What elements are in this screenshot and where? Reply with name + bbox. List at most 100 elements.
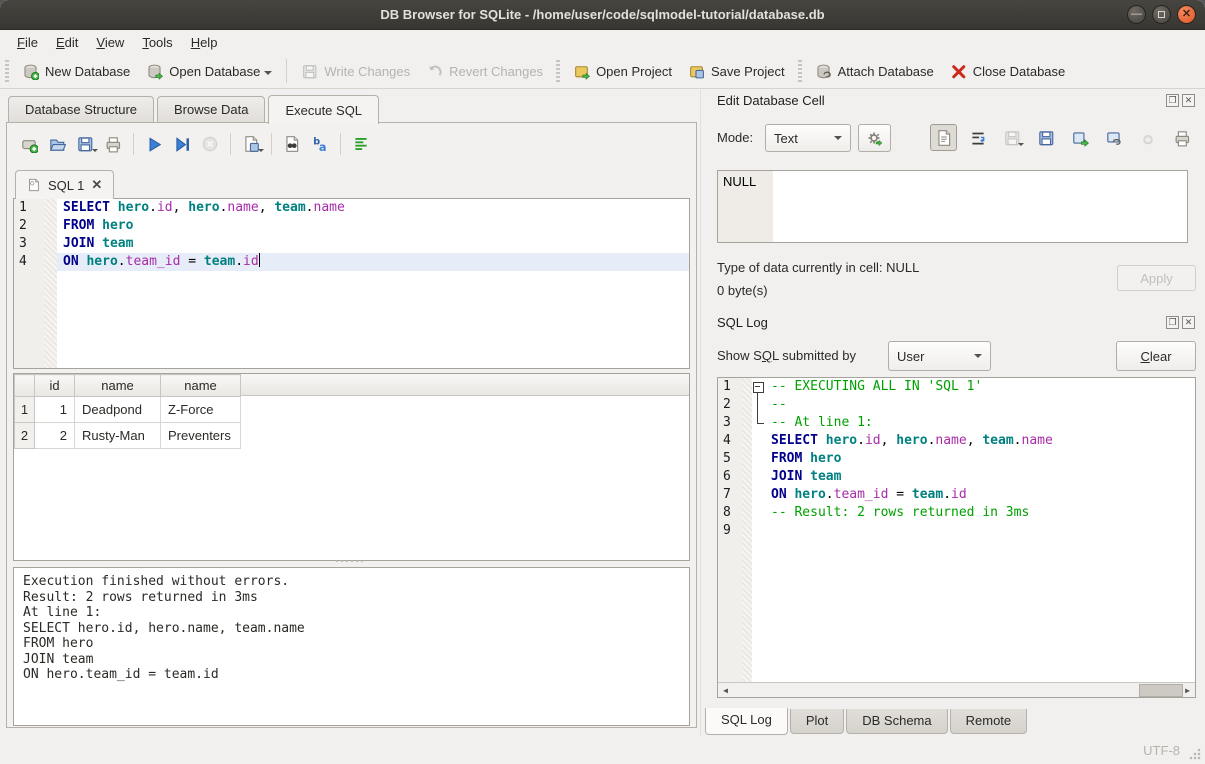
dropdown-caret-icon[interactable]: [264, 71, 272, 79]
table-cell[interactable]: Deadpond: [75, 397, 161, 423]
menu-view[interactable]: View: [87, 32, 133, 53]
save-as-button[interactable]: [1032, 124, 1059, 151]
close-button[interactable]: ✕: [1177, 5, 1196, 24]
results-grid[interactable]: idnamename11DeadpondZ-Force22Rusty-ManPr…: [13, 373, 690, 561]
corner-header[interactable]: [15, 375, 35, 397]
mode-combobox[interactable]: Text: [765, 124, 851, 152]
clear-cell-button[interactable]: [1134, 124, 1161, 151]
execute-all-button[interactable]: [140, 130, 168, 157]
scroll-left-icon[interactable]: ◀: [718, 684, 733, 697]
table-row[interactable]: 11DeadpondZ-Force: [15, 397, 241, 423]
auto-complete-button[interactable]: ba: [306, 130, 334, 157]
find-button[interactable]: [278, 130, 306, 157]
tab-browse-data[interactable]: Browse Data: [157, 96, 265, 122]
resize-grip[interactable]: [1189, 748, 1201, 760]
toolbar-button-label: Write Changes: [324, 64, 410, 79]
open-sql-file-button[interactable]: [43, 130, 71, 157]
scroll-thumb[interactable]: [1139, 684, 1183, 697]
stop-icon: [201, 135, 219, 153]
dock-tab-remote[interactable]: Remote: [950, 709, 1028, 734]
attach-database-icon: [815, 63, 832, 80]
close-sql-tab-icon[interactable]: ✕: [91, 177, 102, 193]
table-cell[interactable]: 2: [35, 423, 75, 449]
stop-button[interactable]: [196, 130, 224, 157]
minimize-button[interactable]: ―: [1127, 5, 1146, 24]
toolbar-separator: [340, 133, 341, 155]
maximize-button[interactable]: [1152, 5, 1171, 24]
tab-execute-sql[interactable]: Execute SQL: [268, 95, 379, 124]
save-project-button[interactable]: Save Project: [680, 58, 793, 85]
table-row[interactable]: 22Rusty-ManPreventers: [15, 423, 241, 449]
tab-database-structure[interactable]: Database Structure: [8, 96, 154, 122]
save-sql-file-button[interactable]: [71, 130, 99, 157]
toolbar-handle[interactable]: [798, 60, 802, 82]
splitter-handle[interactable]: [325, 560, 373, 562]
float-panel-icon[interactable]: ❐: [1166, 316, 1179, 329]
sql-log-view[interactable]: ◀ ▶ 1-- EXECUTING ALL IN 'SQL 1'2--3-- A…: [717, 377, 1196, 698]
attach-database-button[interactable]: Attach Database: [807, 58, 942, 85]
close-panel-icon[interactable]: ✕: [1182, 94, 1195, 107]
dock-tab-bar: SQL LogPlotDB SchemaRemote: [705, 709, 1029, 735]
table-cell[interactable]: 1: [35, 397, 75, 423]
column-header-id[interactable]: id: [35, 375, 75, 397]
open-project-button[interactable]: Open Project: [565, 58, 680, 85]
print-cell-button[interactable]: [1168, 124, 1195, 151]
print-sql-button[interactable]: [99, 130, 127, 157]
execution-message[interactable]: Execution finished without errors. Resul…: [13, 567, 690, 726]
dock-tab-sql-log[interactable]: SQL Log: [705, 708, 788, 735]
edit-cell-dock-buttons: ❐ ✕: [1166, 94, 1195, 107]
dock-tab-plot[interactable]: Plot: [790, 709, 844, 734]
menu-edit[interactable]: Edit: [47, 32, 87, 53]
sql-source-combobox[interactable]: User: [888, 341, 991, 371]
toolbar-handle[interactable]: [5, 60, 9, 82]
fold-marker: [752, 504, 765, 522]
chevron-down-icon: [834, 136, 842, 144]
dock-tab-db-schema[interactable]: DB Schema: [846, 709, 947, 734]
menu-tools[interactable]: Tools: [133, 32, 181, 53]
table-cell[interactable]: Z-Force: [161, 397, 241, 423]
column-header-name[interactable]: name: [161, 375, 241, 397]
table-cell[interactable]: Rusty-Man: [75, 423, 161, 449]
float-panel-icon[interactable]: ❐: [1166, 94, 1179, 107]
apply-button[interactable]: Apply: [1117, 265, 1196, 291]
open-database-button[interactable]: Open Database: [138, 58, 280, 85]
sql-tab[interactable]: SQL 1 ✕: [15, 170, 114, 199]
table-cell[interactable]: Preventers: [161, 423, 241, 449]
titlebar[interactable]: DB Browser for SQLite - /home/user/code/…: [0, 0, 1205, 30]
row-header[interactable]: 2: [15, 423, 35, 449]
new-database-button[interactable]: New Database: [14, 58, 138, 85]
toolbar-button-label: Attach Database: [838, 64, 934, 79]
row-header[interactable]: 1: [15, 397, 35, 423]
new-tab-button[interactable]: [15, 130, 43, 157]
word-wrap-button[interactable]: [964, 124, 991, 151]
close-panel-icon[interactable]: ✕: [1182, 316, 1195, 329]
log-hscrollbar[interactable]: ◀ ▶: [718, 682, 1195, 697]
log-line: 3-- At line 1:: [718, 414, 1195, 432]
new-database-icon: [22, 63, 39, 80]
import-cell-button[interactable]: [1100, 124, 1127, 151]
menu-help[interactable]: Help: [182, 32, 227, 53]
revert-changes-button[interactable]: Revert Changes: [418, 58, 551, 85]
scroll-right-icon[interactable]: ▶: [1180, 684, 1195, 697]
code-text: -- At line 1:: [765, 414, 1195, 432]
dock-splitter[interactable]: [700, 90, 701, 736]
close-database-button[interactable]: Close Database: [942, 58, 1074, 85]
write-changes-button[interactable]: Write Changes: [293, 58, 418, 85]
column-header-name[interactable]: name: [75, 375, 161, 397]
save-results-button[interactable]: [237, 130, 265, 157]
execute-sql-panel: ba SQL 1 ✕ 1SELECT hero.id, hero.name, t…: [6, 122, 697, 728]
fold-marker[interactable]: [752, 378, 765, 396]
code-text: SELECT hero.id, hero.name, team.name: [765, 432, 1195, 450]
clear-log-button[interactable]: Clear: [1116, 341, 1196, 371]
execute-current-line-button[interactable]: [168, 130, 196, 157]
maximize-icon: [1158, 11, 1165, 18]
export-cell-button[interactable]: [1066, 124, 1093, 151]
menu-file[interactable]: File: [8, 32, 47, 53]
format-sql-button[interactable]: [347, 130, 375, 157]
auto-apply-button[interactable]: [858, 124, 891, 152]
cell-value-editor[interactable]: NULL: [717, 170, 1188, 243]
toolbar-handle[interactable]: [556, 60, 560, 82]
sql-editor[interactable]: 1SELECT hero.id, hero.name, team.name2FR…: [13, 198, 690, 369]
text-document-button[interactable]: [930, 124, 957, 151]
save-cell-button[interactable]: [998, 124, 1025, 151]
